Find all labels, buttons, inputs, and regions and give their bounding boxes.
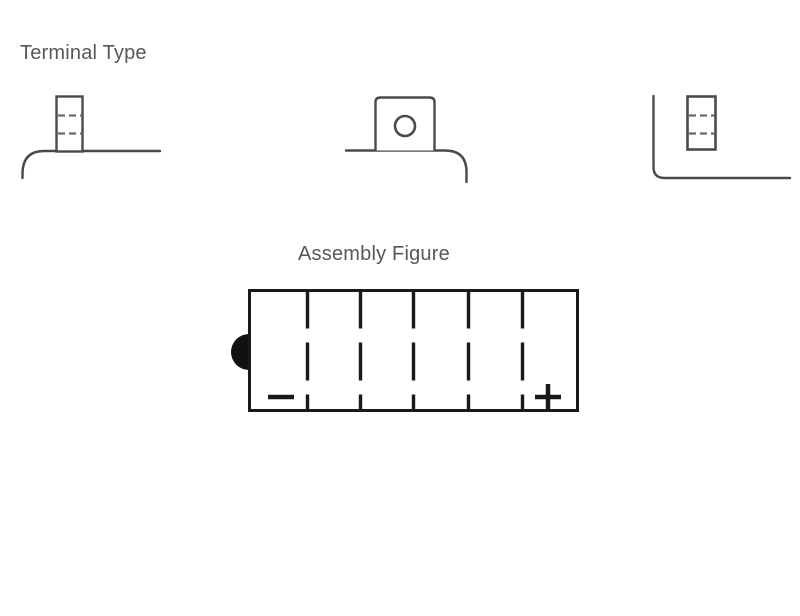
terminal-1-bar-path	[21, 149, 162, 180]
terminal-3-post-body	[686, 95, 717, 151]
terminal-type-heading: Terminal Type	[20, 42, 147, 64]
terminal-2-bolt-hole	[393, 114, 417, 138]
terminal-type-2-group	[344, 96, 468, 184]
negative-terminal-nub	[231, 334, 249, 370]
terminal-1-post-body	[55, 95, 84, 153]
assembly-figure-group	[231, 289, 579, 412]
diagram-drawing-layer	[21, 94, 792, 412]
terminal-3-bracket-path	[652, 94, 792, 180]
assembly-figure-heading: Assembly Figure	[298, 243, 450, 265]
terminal-diagram-root: Terminal Type Assembly Figure	[0, 0, 800, 616]
terminal-2-bar-path	[344, 149, 468, 184]
terminal-type-3-group	[652, 94, 792, 180]
terminal-type-1-group	[21, 95, 162, 180]
